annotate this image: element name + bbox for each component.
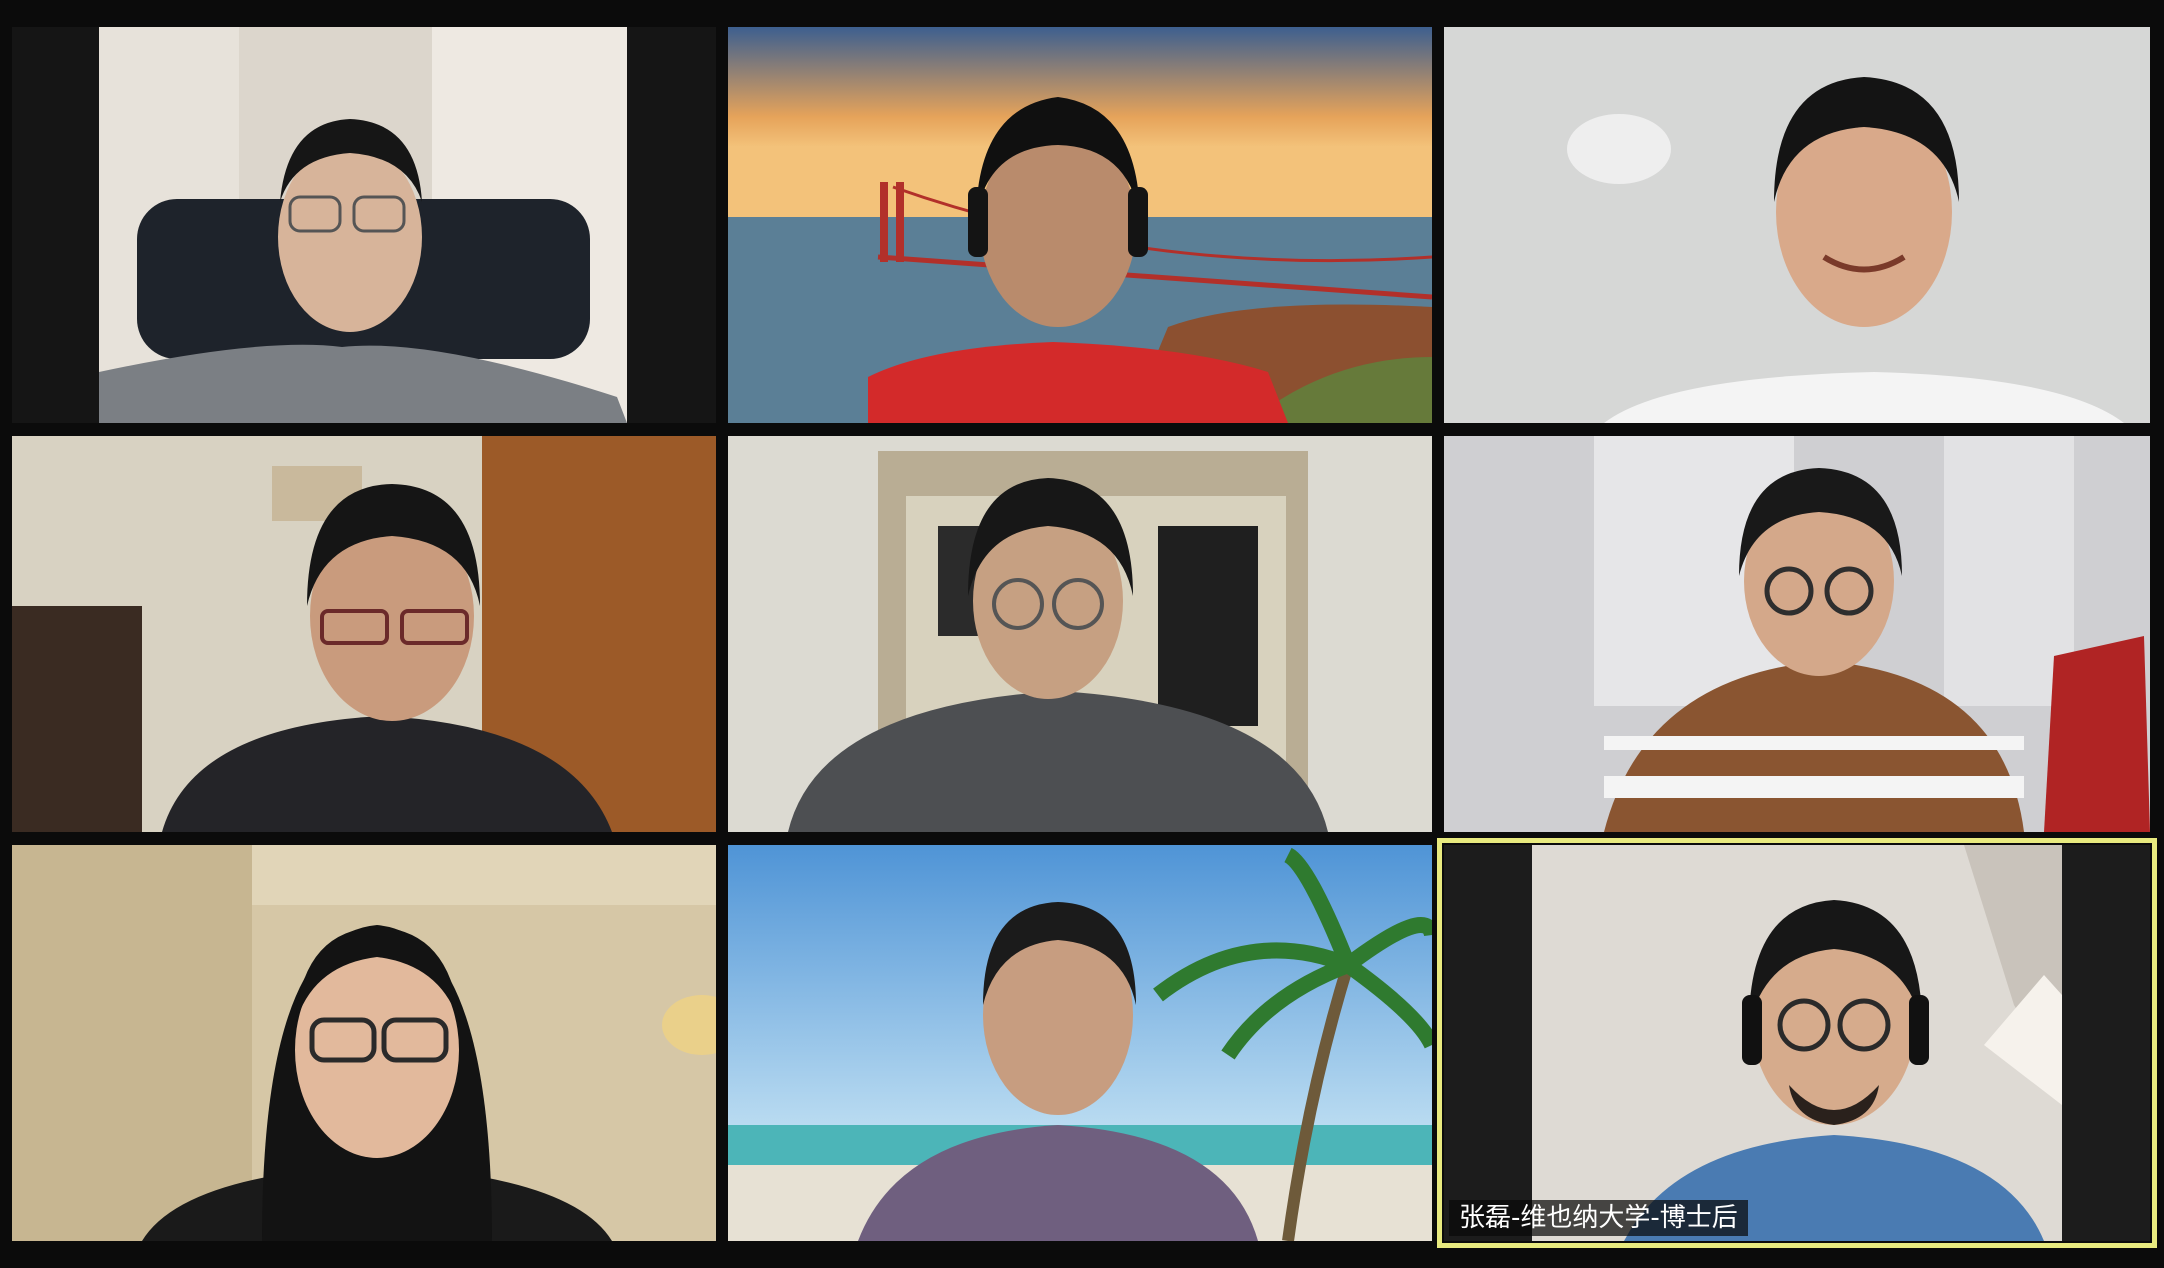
video-feed [728,845,1432,1241]
participant-video-tile[interactable] [728,436,1432,832]
participant-video-tile[interactable] [728,27,1432,423]
video-feed [1444,436,2150,832]
participant-video-tile[interactable] [728,845,1432,1241]
participant-video-tile[interactable] [1444,27,2150,423]
video-feed [1444,845,2150,1241]
active-speaker-video-tile[interactable]: 张磊-维也纳大学-博士后 [1437,838,2157,1248]
participant-video-tile[interactable] [12,436,716,832]
participant-video-tile[interactable] [12,27,716,423]
participant-video-tile[interactable] [12,845,716,1241]
video-feed [12,436,716,832]
video-feed [1444,27,2150,423]
video-gallery: 张磊-维也纳大学-博士后 [0,0,2164,1268]
video-feed [728,436,1432,832]
video-feed [12,27,716,423]
video-feed [728,27,1432,423]
video-feed [12,845,716,1241]
participant-name-label: 张磊-维也纳大学-博士后 [1449,1200,1748,1236]
participant-video-tile[interactable] [1444,436,2150,832]
